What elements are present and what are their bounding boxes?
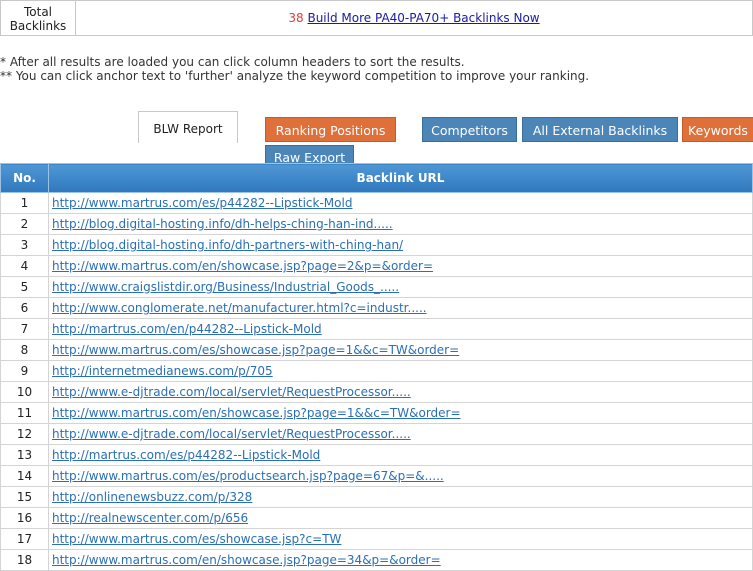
backlink-url-link[interactable]: http://www.martrus.com/en/showcase.jsp?p… [52, 553, 441, 567]
tab-blw-report[interactable]: BLW Report [138, 111, 238, 143]
row-url-cell: http://www.craigslistdir.org/Business/In… [48, 276, 753, 298]
table-header-row: No. Backlink URL [0, 163, 753, 193]
row-url-cell: http://www.martrus.com/es/showcase.jsp?p… [48, 339, 753, 361]
table-row: 12 http://www.e-djtrade.com/local/servlet… [0, 423, 753, 445]
summary-box: Total Backlinks 38 Build More PA40-PA70+… [0, 0, 753, 36]
row-url-cell: http://onlinenewsbuzz.com/p/328 [48, 486, 753, 508]
backlinks-table: No. Backlink URL 1 http://www.martrus.com… [0, 163, 753, 571]
backlink-url-link[interactable]: http://www.craigslistdir.org/Business/In… [52, 280, 399, 294]
row-number: 6 [0, 297, 49, 319]
row-number: 10 [0, 381, 49, 403]
backlink-url-link[interactable]: http://www.martrus.com/es/showcase.jsp?c… [52, 532, 341, 546]
row-url-cell: http://www.e-djtrade.com/local/servlet/R… [48, 423, 753, 445]
backlink-url-link[interactable]: http://www.martrus.com/es/showcase.jsp?p… [52, 343, 459, 357]
table-row: 8 http://www.martrus.com/es/showcase.jsp?… [0, 339, 753, 361]
backlink-url-link[interactable]: http://martrus.com/en/p44282--Lipstick-M… [52, 322, 322, 336]
table-row: 15 http://onlinenewsbuzz.com/p/328 [0, 486, 753, 508]
row-url-cell: http://www.martrus.com/es/productsearch.… [48, 465, 753, 487]
table-row: 2 http://blog.digital-hosting.info/dh-hel… [0, 213, 753, 235]
note-sort: * After all results are loaded you can c… [0, 55, 465, 69]
backlink-url-link[interactable]: http://internetmedianews.com/p/705 [52, 364, 273, 378]
row-number: 13 [0, 444, 49, 466]
row-url-cell: http://www.martrus.com/es/p44282--Lipsti… [48, 192, 753, 214]
backlink-url-link[interactable]: http://onlinenewsbuzz.com/p/328 [52, 490, 252, 504]
table-row: 7 http://martrus.com/en/p44282--Lipstick-… [0, 318, 753, 340]
keywords-button[interactable]: Keywords [682, 117, 753, 142]
row-number: 12 [0, 423, 49, 445]
row-number: 15 [0, 486, 49, 508]
row-url-cell: http://www.martrus.com/en/showcase.jsp?p… [48, 402, 753, 424]
row-url-cell: http://www.conglomerate.net/manufacturer… [48, 297, 753, 319]
total-backlinks-label: Total Backlinks [1, 1, 76, 35]
backlink-url-link[interactable]: http://www.martrus.com/es/p44282--Lipsti… [52, 196, 352, 210]
table-row: 3 http://blog.digital-hosting.info/dh-par… [0, 234, 753, 256]
row-url-cell: http://blog.digital-hosting.info/dh-help… [48, 213, 753, 235]
row-number: 1 [0, 192, 49, 214]
row-url-cell: http://blog.digital-hosting.info/dh-part… [48, 234, 753, 256]
row-number: 7 [0, 318, 49, 340]
row-url-cell: http://martrus.com/es/p44282--Lipstick-M… [48, 444, 753, 466]
table-row: 13 http://martrus.com/es/p44282--Lipstick… [0, 444, 753, 466]
table-row: 14 http://www.martrus.com/es/productsearc… [0, 465, 753, 487]
label-line-2: Backlinks [9, 19, 67, 33]
backlink-url-link[interactable]: http://blog.digital-hosting.info/dh-part… [52, 238, 403, 252]
row-url-cell: http://martrus.com/en/p44282--Lipstick-M… [48, 318, 753, 340]
row-url-cell: http://www.martrus.com/en/showcase.jsp?p… [48, 549, 753, 571]
row-number: 3 [0, 234, 49, 256]
table-row: 18 http://www.martrus.com/en/showcase.jsp… [0, 549, 753, 571]
note-anchor: ** You can click anchor text to 'further… [0, 69, 590, 83]
table-row: 9 http://internetmedianews.com/p/705 [0, 360, 753, 382]
table-row: 5 http://www.craigslistdir.org/Business/I… [0, 276, 753, 298]
backlink-url-link[interactable]: http://blog.digital-hosting.info/dh-help… [52, 217, 393, 231]
column-header-url[interactable]: Backlink URL [48, 163, 753, 193]
row-url-cell: http://www.martrus.com/es/showcase.jsp?c… [48, 528, 753, 550]
table-row: 4 http://www.martrus.com/en/showcase.jsp?… [0, 255, 753, 277]
total-backlinks-value: 38 Build More PA40-PA70+ Backlinks Now [76, 1, 752, 35]
row-number: 17 [0, 528, 49, 550]
table-row: 11 http://www.martrus.com/en/showcase.jsp… [0, 402, 753, 424]
backlink-url-link[interactable]: http://www.martrus.com/es/productsearch.… [52, 469, 444, 483]
backlink-url-link[interactable]: http://realnewscenter.com/p/656 [52, 511, 248, 525]
row-number: 4 [0, 255, 49, 277]
row-number: 9 [0, 360, 49, 382]
table-row: 16 http://realnewscenter.com/p/656 [0, 507, 753, 529]
ranking-positions-button[interactable]: Ranking Positions [265, 117, 396, 142]
backlink-url-link[interactable]: http://www.conglomerate.net/manufacturer… [52, 301, 427, 315]
instructions: * After all results are loaded you can c… [0, 55, 589, 83]
row-number: 18 [0, 549, 49, 571]
table-row: 17 http://www.martrus.com/es/showcase.jsp… [0, 528, 753, 550]
row-number: 2 [0, 213, 49, 235]
row-url-cell: http://www.e-djtrade.com/local/servlet/R… [48, 381, 753, 403]
backlink-url-link[interactable]: http://www.e-djtrade.com/local/servlet/R… [52, 385, 411, 399]
row-url-cell: http://www.martrus.com/en/showcase.jsp?p… [48, 255, 753, 277]
table-row: 6 http://www.conglomerate.net/manufacture… [0, 297, 753, 319]
table-row: 1 http://www.martrus.com/es/p44282--Lipst… [0, 192, 753, 214]
backlink-url-link[interactable]: http://www.martrus.com/en/showcase.jsp?p… [52, 406, 461, 420]
row-url-cell: http://realnewscenter.com/p/656 [48, 507, 753, 529]
build-more-backlinks-link[interactable]: Build More PA40-PA70+ Backlinks Now [307, 11, 539, 25]
row-number: 16 [0, 507, 49, 529]
backlink-url-link[interactable]: http://martrus.com/es/p44282--Lipstick-M… [52, 448, 320, 462]
row-number: 5 [0, 276, 49, 298]
column-header-no[interactable]: No. [0, 163, 49, 193]
backlink-url-link[interactable]: http://www.martrus.com/en/showcase.jsp?p… [52, 259, 433, 273]
row-number: 14 [0, 465, 49, 487]
row-number: 11 [0, 402, 49, 424]
backlink-url-link[interactable]: http://www.e-djtrade.com/local/servlet/R… [52, 427, 411, 441]
table-row: 10 http://www.e-djtrade.com/local/servlet… [0, 381, 753, 403]
label-line-1: Total [23, 5, 53, 19]
competitors-button[interactable]: Competitors [422, 117, 517, 142]
backlink-count: 38 [288, 11, 304, 25]
all-external-backlinks-button[interactable]: All External Backlinks [522, 117, 678, 142]
row-number: 8 [0, 339, 49, 361]
row-url-cell: http://internetmedianews.com/p/705 [48, 360, 753, 382]
